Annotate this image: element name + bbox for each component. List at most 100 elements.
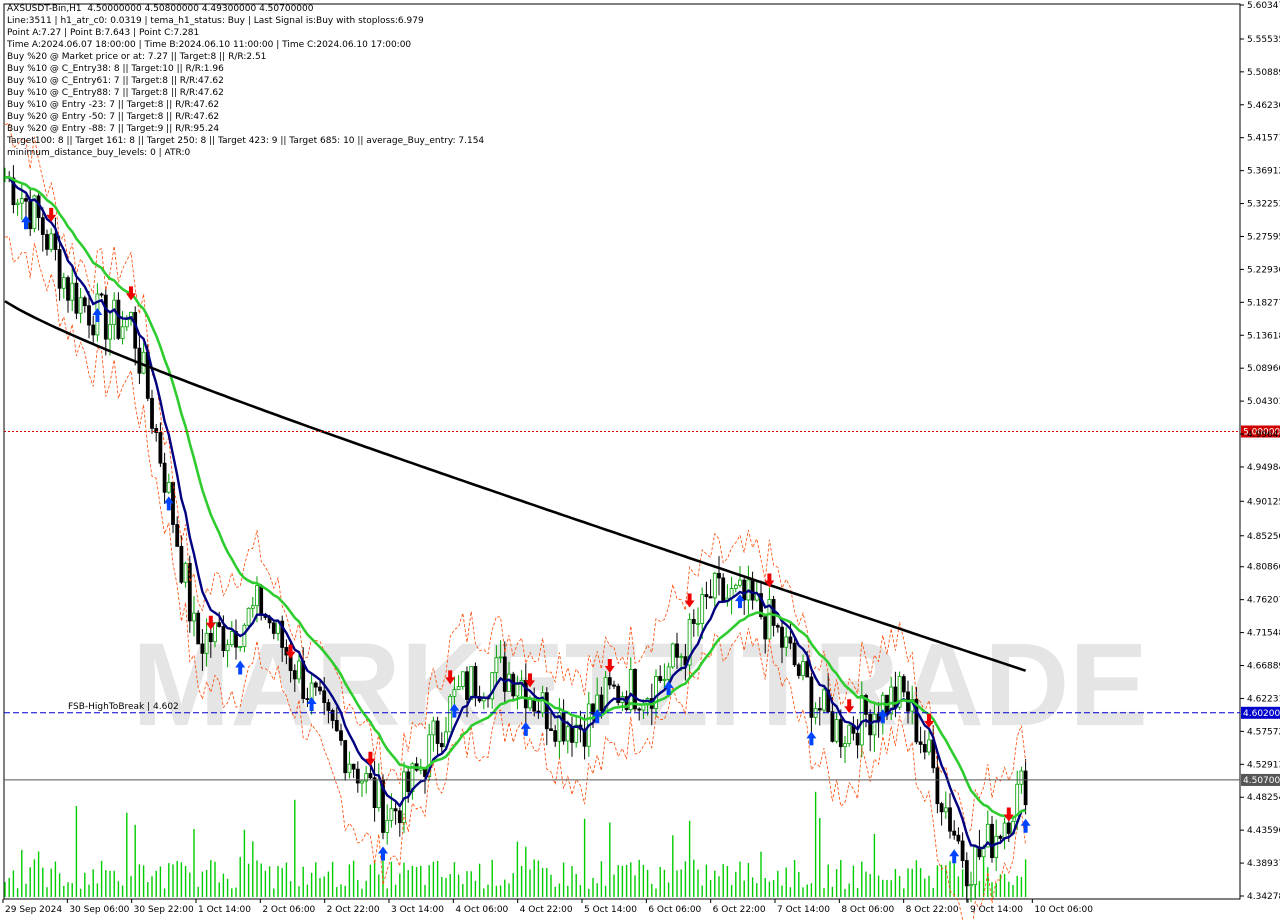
time-tick-label: 2 Oct 06:00 <box>262 905 315 915</box>
candle-body <box>792 642 797 666</box>
candle-body <box>66 277 70 301</box>
candle-body <box>326 702 331 711</box>
candle-body <box>183 562 188 583</box>
time-tick-label: 8 Oct 06:00 <box>841 905 894 915</box>
candle-body <box>843 743 847 748</box>
candle-body <box>838 719 843 748</box>
candle-body <box>662 679 667 681</box>
candle-body <box>922 744 927 753</box>
price-tick-label: 5.18277 <box>1247 298 1280 308</box>
candle-body <box>61 277 66 289</box>
candle-body <box>700 594 705 624</box>
info-line: Buy %10 @ C_Entry61: 7 || Target:8 || R/… <box>7 76 224 86</box>
candle-body <box>150 397 154 429</box>
candle-body <box>990 823 994 858</box>
candle-body <box>108 324 112 340</box>
time-tick-label: 9 Oct 14:00 <box>970 905 1023 915</box>
candle-body <box>217 622 222 627</box>
candle-body <box>528 699 532 709</box>
price-tick-label: 4.34278 <box>1247 892 1280 902</box>
fsb-high-to-break-caption: FSB-HighToBreak | 4.602 <box>68 702 179 712</box>
candle-body <box>805 661 810 678</box>
time-tick-label: 8 Oct 22:00 <box>906 905 959 915</box>
candle-body <box>343 740 348 774</box>
candle-body <box>246 607 251 626</box>
candle-body <box>91 324 96 336</box>
candle-body <box>120 326 125 339</box>
candle-body <box>460 671 465 687</box>
candle-body <box>171 481 175 525</box>
candle-body <box>717 572 721 579</box>
candle-body <box>74 282 79 314</box>
candle-body <box>494 657 499 674</box>
price-tick-label: 5.04301 <box>1247 397 1280 407</box>
candle-body <box>242 624 247 647</box>
time-tick-label: 6 Oct 06:00 <box>648 905 701 915</box>
candle-body <box>901 676 906 693</box>
candle-body <box>704 594 709 598</box>
candle-body <box>200 643 205 654</box>
candle-body <box>994 835 999 858</box>
candle-body <box>775 625 780 628</box>
candle-body <box>53 233 58 250</box>
candle-body <box>540 692 545 714</box>
info-line: Buy %10 @ C_Entry38: 8 || Target:10 || R… <box>7 64 224 74</box>
candle-body <box>24 198 28 202</box>
candle-body <box>313 682 318 688</box>
time-tick-label: 6 Oct 22:00 <box>713 905 766 915</box>
time-axis: 29 Sep 2024 30 Sep 06:00 30 Sep 22:00 1 Oct… <box>2 899 1093 915</box>
candle-body <box>192 612 196 622</box>
time-tick-label: 30 Sep 06:00 <box>69 905 129 915</box>
candle-body <box>435 720 440 744</box>
candle-body <box>40 217 45 235</box>
info-line: Target100: 8 || Target 161: 8 || Target … <box>7 136 485 146</box>
candle-body <box>196 612 201 645</box>
time-tick-label: 4 Oct 06:00 <box>455 905 508 915</box>
time-tick-label: 10 Oct 06:00 <box>1034 905 1093 915</box>
time-tick-label: 2 Oct 22:00 <box>327 905 380 915</box>
candle-body <box>250 605 255 609</box>
candle-body <box>973 846 978 885</box>
candle-body <box>221 626 226 651</box>
info-line: minimum_distance_buy_levels: 0 | ATR:0 <box>7 148 191 158</box>
candle-body <box>70 282 75 301</box>
candle-body <box>544 692 549 730</box>
info-line: Point A:7.27 | Point B:7.643 | Point C:7… <box>7 28 200 38</box>
candle-body <box>87 305 91 326</box>
candle-body <box>238 646 243 648</box>
candle-body <box>271 622 276 634</box>
candle-body <box>658 676 663 681</box>
candle-body <box>796 664 801 676</box>
price-axis: 5.60347 5.55535 5.50889 5.46230 5.41571 5.369… <box>1240 1 1280 902</box>
candle-body <box>822 689 826 711</box>
candle-body <box>809 676 814 718</box>
price-tick-label: 5.46230 <box>1247 101 1280 111</box>
time-tick-label: 7 Oct 14:00 <box>777 905 830 915</box>
price-tick-label: 5.36912 <box>1247 167 1280 177</box>
candle-body <box>498 656 503 659</box>
time-tick-label: 3 Oct 14:00 <box>391 905 444 915</box>
candle-body <box>738 579 742 586</box>
watermark: MARKETZITRADE <box>132 619 1148 751</box>
candle-body <box>612 684 616 687</box>
candle-body <box>696 622 700 625</box>
fsb-high-to-break-price-label: 4.60200 <box>1243 709 1280 719</box>
candle-body <box>1019 770 1024 785</box>
candle-body <box>259 585 264 615</box>
candle-body <box>305 698 310 701</box>
candle-body <box>742 579 747 601</box>
info-panel: AXSUSDT-Bin,H1 4.50000000 4.50800000 4.4… <box>7 3 484 159</box>
candle-body <box>15 202 20 206</box>
candle-body <box>507 673 511 692</box>
candle-body <box>347 763 352 774</box>
candle-body <box>679 656 684 659</box>
candle-body <box>360 780 364 784</box>
candle-body <box>691 619 696 624</box>
candle-body <box>225 644 230 651</box>
candle-body <box>389 808 394 821</box>
candle-body <box>788 636 793 644</box>
candle-body <box>57 249 62 289</box>
candle-body <box>406 771 411 793</box>
info-line: Buy %20 @ Market price or at: 7.27 || Ta… <box>7 52 267 62</box>
price-tick-label: 5.60347 <box>1247 1 1280 11</box>
